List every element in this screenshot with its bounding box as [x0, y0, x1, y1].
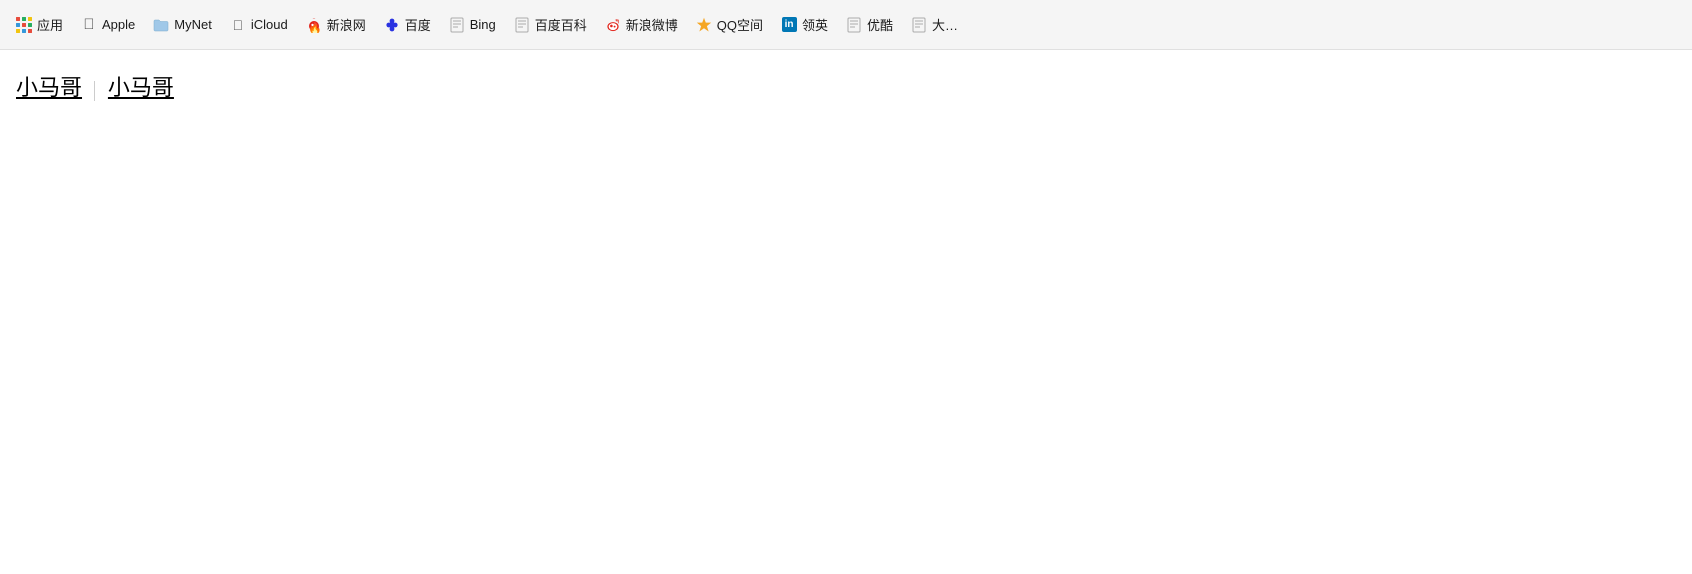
sina-icon: 🔥 — [306, 17, 322, 33]
folder-icon — [153, 17, 169, 33]
bookmark-mynet[interactable]: MyNet — [145, 13, 220, 37]
bookmark-baidu-baike-label: 百度百科 — [535, 15, 587, 34]
baidu-icon — [384, 17, 400, 33]
qq-icon — [696, 17, 712, 33]
bookmark-sina[interactable]: 🔥 新浪网 — [298, 11, 374, 38]
bookmark-linkedin[interactable]: in 领英 — [773, 11, 836, 38]
baidu-baike-icon — [514, 17, 530, 33]
bookmark-baidu-label: 百度 — [405, 15, 431, 34]
bookmark-mynet-label: MyNet — [174, 17, 212, 32]
bookmark-apps[interactable]: 应用 — [8, 11, 71, 38]
weibo-icon — [605, 17, 621, 33]
bookmark-bing[interactable]: Bing — [441, 13, 504, 37]
bookmark-qq-label: QQ空间 — [717, 15, 763, 34]
more-icon — [911, 17, 927, 33]
bookmark-bing-label: Bing — [470, 17, 496, 32]
bookmark-linkedin-label: 领英 — [802, 15, 828, 34]
bookmark-apple[interactable]:  Apple — [73, 13, 143, 37]
bing-icon — [449, 17, 465, 33]
bookmark-weibo-label: 新浪微博 — [626, 15, 678, 34]
bookmark-icloud[interactable]:  iCloud — [222, 13, 296, 37]
svg-text:🔥: 🔥 — [308, 22, 322, 33]
icloud-icon:  — [230, 17, 246, 33]
bookmark-icloud-label: iCloud — [251, 17, 288, 32]
youku-icon — [846, 17, 862, 33]
linkedin-icon: in — [781, 17, 797, 33]
bookmark-apps-label: 应用 — [37, 15, 63, 34]
bookmark-qq[interactable]: QQ空间 — [688, 11, 771, 38]
bookmark-baidu-baike[interactable]: 百度百科 — [506, 11, 595, 38]
apple-icon:  — [81, 17, 97, 33]
page-title-link1[interactable]: 小马哥 — [16, 75, 82, 100]
apps-grid-icon — [16, 17, 32, 33]
bookmark-apple-label: Apple — [102, 17, 135, 32]
main-content: 小马哥 小马哥 — [0, 50, 1692, 122]
bookmark-more-label: 大… — [932, 15, 958, 34]
bookmarks-bar: 应用  Apple MyNet  iCloud 🔥 — [0, 0, 1692, 50]
bookmark-youku-label: 优酷 — [867, 15, 893, 34]
bookmark-weibo[interactable]: 新浪微博 — [597, 11, 686, 38]
bookmark-youku[interactable]: 优酷 — [838, 11, 901, 38]
bookmark-sina-label: 新浪网 — [327, 15, 366, 34]
title-divider — [94, 81, 95, 101]
page-title-link2[interactable]: 小马哥 — [108, 75, 174, 100]
bookmark-baidu[interactable]: 百度 — [376, 11, 439, 38]
bookmark-more[interactable]: 大… — [903, 11, 966, 38]
